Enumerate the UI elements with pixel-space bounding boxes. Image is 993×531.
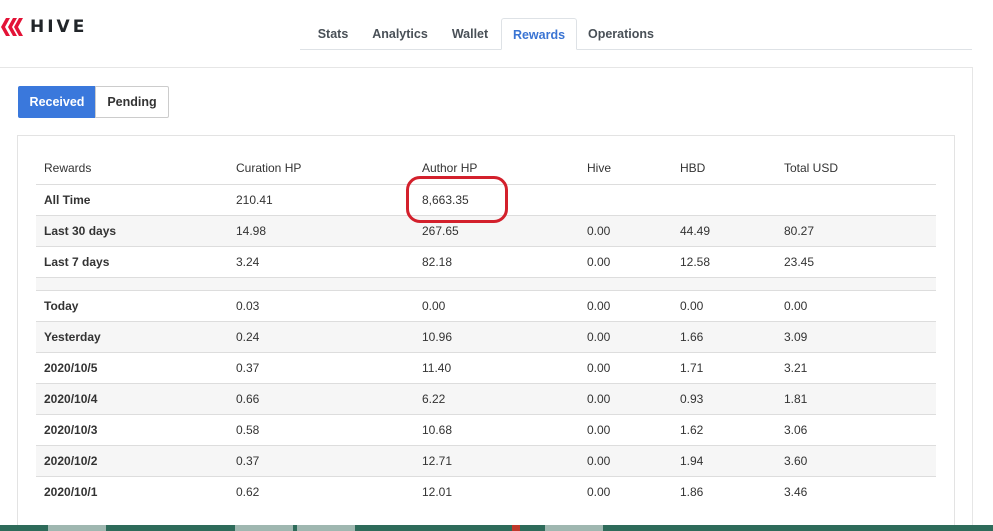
col-header-author-hp: Author HP [414, 153, 579, 185]
hbd-value: 1.86 [680, 484, 704, 499]
hbd-value: 1.71 [672, 352, 776, 384]
tab-wallet[interactable]: Wallet [444, 18, 496, 50]
pending-button[interactable]: Pending [95, 86, 169, 118]
hive-value: 0.00 [579, 414, 672, 446]
tab-bar: Stats Analytics Wallet Rewards Operation… [300, 18, 972, 50]
os-taskbar [0, 525, 993, 531]
usd-value: 3.09 [776, 321, 936, 353]
tab-operations[interactable]: Operations [582, 18, 660, 50]
row-label: Last 30 days [36, 215, 228, 247]
table-row: All Time 210.41 8,663.35 [36, 184, 936, 216]
hive-value: 0.00 [579, 352, 672, 384]
row-label: 2020/10/4 [36, 383, 228, 415]
table-row: 2020/10/5 0.37 11.40 0.00 1.71 3.21 [36, 352, 936, 384]
curation-value: 0.62 [236, 484, 260, 499]
hive-value: 0.00 [579, 246, 672, 278]
hbd-value: 1.94 [672, 445, 776, 477]
hbd-value: 1.66 [672, 321, 776, 353]
hbd-value: 0.93 [672, 383, 776, 415]
author-value: 0.00 [414, 290, 579, 322]
curation-value: 0.37 [228, 445, 414, 477]
hive-value: 0.00 [579, 215, 672, 247]
hive-value [579, 184, 672, 216]
usd-value: 3.21 [776, 352, 936, 384]
row-label: 2020/10/1 [44, 484, 98, 499]
author-value: 10.68 [414, 414, 579, 446]
taskbar-item[interactable] [512, 525, 520, 531]
row-label: 2020/10/5 [36, 352, 228, 384]
row-label: 2020/10/2 [36, 445, 228, 477]
row-label: Today [36, 290, 228, 322]
usd-value: 23.45 [776, 246, 936, 278]
taskbar-item[interactable] [545, 525, 603, 531]
hbd-value: 44.49 [672, 215, 776, 247]
hive-value: 0.00 [579, 290, 672, 322]
hive-value: 0.00 [579, 445, 672, 477]
brand-name: HIVE [30, 17, 88, 37]
col-header-rewards: Rewards [36, 153, 228, 185]
curation-value: 14.98 [228, 215, 414, 247]
table-row: Last 30 days 14.98 267.65 0.00 44.49 80.… [36, 215, 936, 247]
curation-value: 0.66 [228, 383, 414, 415]
table-row: 2020/10/4 0.66 6.22 0.00 0.93 1.81 [36, 383, 936, 415]
hive-value: 0.00 [579, 321, 672, 353]
table-row: Last 7 days 3.24 82.18 0.00 12.58 23.45 [36, 246, 936, 278]
hbd-value [672, 184, 776, 216]
usd-value: 3.46 [784, 484, 808, 499]
usd-value: 0.00 [776, 290, 936, 322]
hbd-value: 0.00 [672, 290, 776, 322]
hive-logo-icon [1, 18, 23, 36]
usd-value: 3.60 [776, 445, 936, 477]
taskbar-item[interactable] [297, 525, 355, 531]
curation-value: 0.58 [228, 414, 414, 446]
author-value: 10.96 [414, 321, 579, 353]
author-value: 8,663.35 [414, 184, 579, 216]
tab-rewards[interactable]: Rewards [501, 18, 577, 50]
usd-value: 3.06 [776, 414, 936, 446]
col-header-total-usd: Total USD [776, 153, 936, 185]
author-value: 12.71 [414, 445, 579, 477]
curation-value: 3.24 [228, 246, 414, 278]
col-header-hive: Hive [579, 153, 672, 185]
table-row: 2020/10/2 0.37 12.71 0.00 1.94 3.60 [36, 445, 936, 477]
author-value: 82.18 [414, 246, 579, 278]
curation-value: 0.03 [228, 290, 414, 322]
hive-value: 0.00 [587, 484, 611, 499]
row-label: Yesterday [36, 321, 228, 353]
table-row: 2020/10/1 0.62 12.01 0.00 1.86 3.46 [36, 476, 936, 507]
col-header-hbd: HBD [672, 153, 776, 185]
taskbar-item[interactable] [235, 525, 293, 531]
col-header-curation-hp: Curation HP [228, 153, 414, 185]
rewards-table: Rewards Curation HP Author HP Hive HBD T… [36, 153, 936, 507]
table-row: Today 0.03 0.00 0.00 0.00 0.00 [36, 290, 936, 322]
table-divider-row [36, 277, 936, 291]
taskbar-item[interactable] [48, 525, 106, 531]
row-label: All Time [36, 184, 228, 216]
table-row: 2020/10/3 0.58 10.68 0.00 1.62 3.06 [36, 414, 936, 446]
tab-stats[interactable]: Stats [308, 18, 358, 50]
author-value: 267.65 [414, 215, 579, 247]
hbd-value: 1.62 [672, 414, 776, 446]
usd-value [776, 184, 936, 216]
author-value: 12.01 [422, 484, 453, 499]
row-label: Last 7 days [36, 246, 228, 278]
usd-value: 80.27 [776, 215, 936, 247]
row-label: 2020/10/3 [36, 414, 228, 446]
table-row: Yesterday 0.24 10.96 0.00 1.66 3.09 [36, 321, 936, 353]
hbd-value: 12.58 [672, 246, 776, 278]
usd-value: 1.81 [776, 383, 936, 415]
curation-value: 0.37 [228, 352, 414, 384]
received-button[interactable]: Received [18, 86, 96, 118]
author-value: 6.22 [414, 383, 579, 415]
hive-logo[interactable]: HIVE [0, 14, 87, 40]
curation-value: 0.24 [228, 321, 414, 353]
author-value: 11.40 [414, 352, 579, 384]
tab-analytics[interactable]: Analytics [366, 18, 434, 50]
curation-value: 210.41 [228, 184, 414, 216]
hive-value: 0.00 [579, 383, 672, 415]
table-header-row: Rewards Curation HP Author HP Hive HBD T… [36, 153, 936, 185]
